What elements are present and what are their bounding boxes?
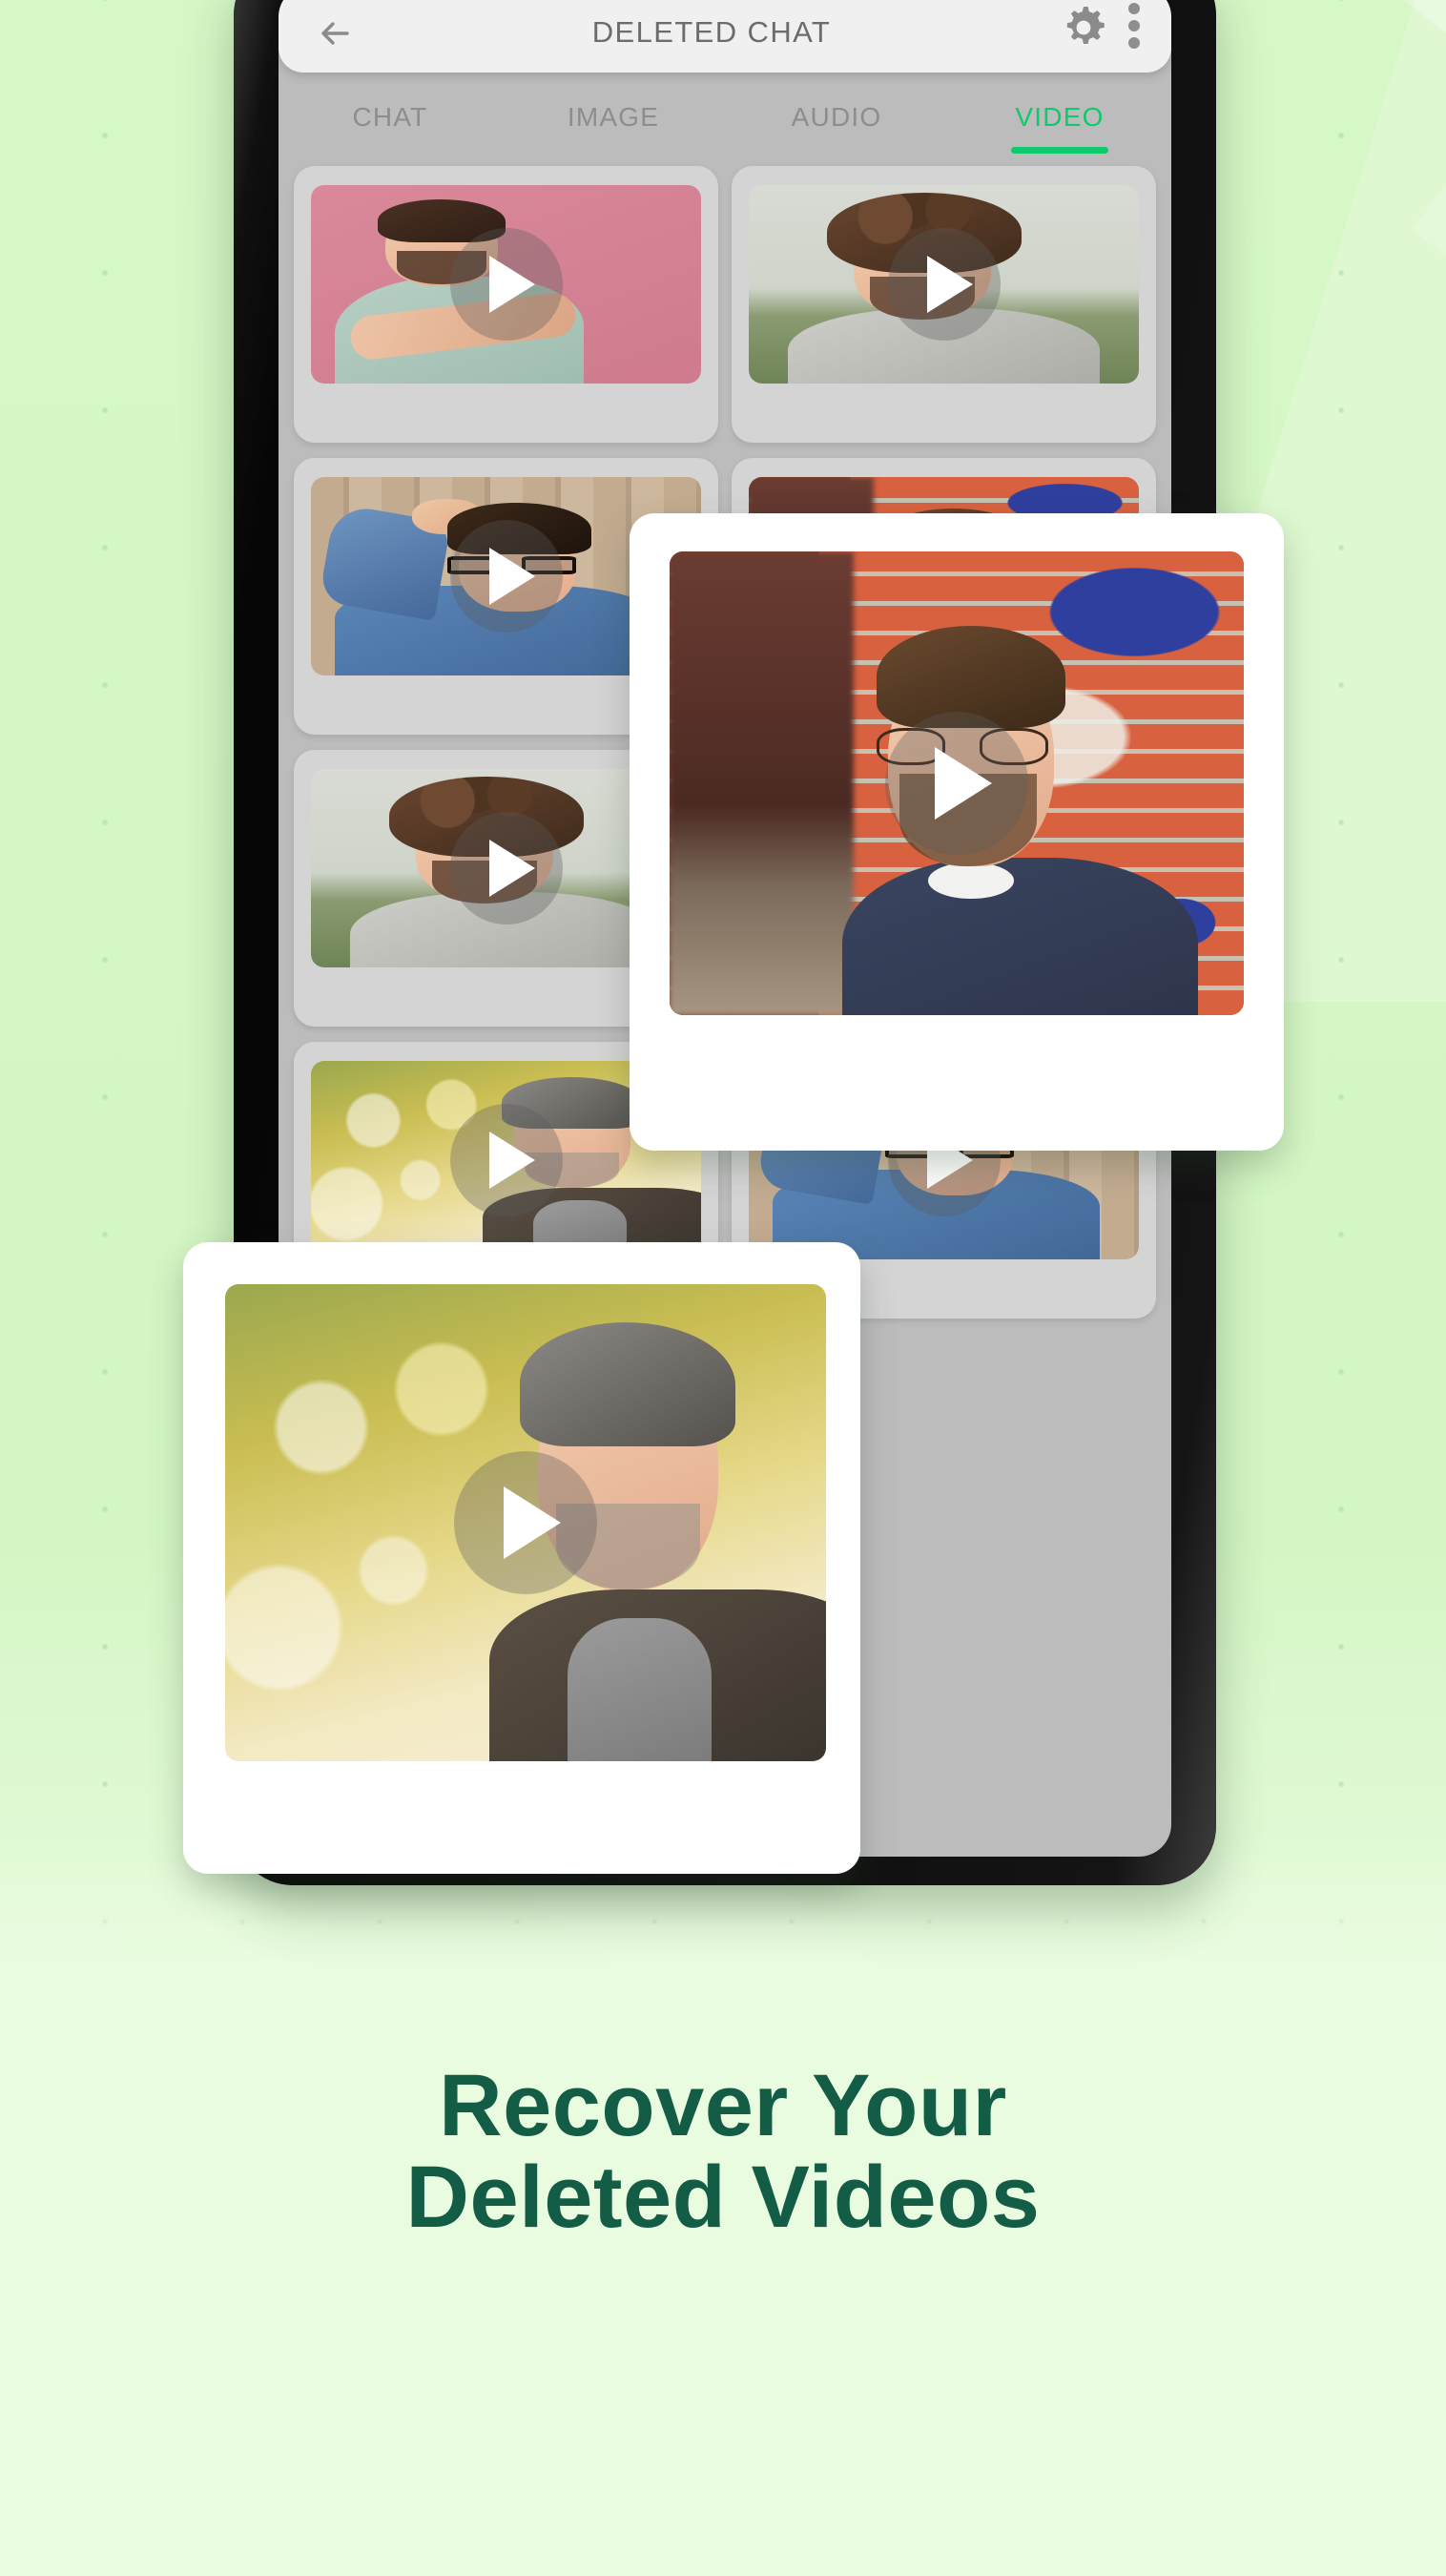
tab-label: VIDEO xyxy=(1015,102,1105,132)
promo-screenshot: DELETED CHAT CHAT IMAGE AUDIO VIDEO Reco… xyxy=(0,0,1446,2576)
tab-video[interactable]: VIDEO xyxy=(948,102,1171,154)
tab-bar: CHAT IMAGE AUDIO VIDEO xyxy=(279,80,1171,155)
page-title: DELETED CHAT xyxy=(591,15,832,49)
tab-audio[interactable]: AUDIO xyxy=(725,102,948,133)
headline-line-1: Recover Your xyxy=(439,2057,1007,2154)
more-dot xyxy=(1128,3,1140,14)
promo-headline: Recover Your Deleted Videos xyxy=(0,2060,1446,2246)
tab-chat[interactable]: CHAT xyxy=(279,102,502,133)
video-thumbnail xyxy=(749,185,1139,384)
video-thumbnail xyxy=(225,1284,826,1761)
video-thumbnail xyxy=(670,551,1244,1015)
background-stripe xyxy=(1257,0,1446,884)
tab-label: AUDIO xyxy=(791,102,882,132)
play-icon[interactable] xyxy=(885,712,1028,855)
more-dot xyxy=(1128,20,1140,31)
headline-line-2: Deleted Videos xyxy=(405,2148,1041,2246)
play-icon[interactable] xyxy=(449,1104,563,1216)
video-grid-item[interactable] xyxy=(732,166,1156,443)
background-stripe xyxy=(1412,71,1446,1051)
play-icon[interactable] xyxy=(449,228,563,341)
background-stripe xyxy=(1393,0,1446,824)
floating-video-card[interactable] xyxy=(183,1242,860,1874)
back-arrow-icon[interactable] xyxy=(309,6,364,61)
play-icon[interactable] xyxy=(887,228,1001,341)
play-icon[interactable] xyxy=(449,520,563,633)
play-icon[interactable] xyxy=(454,1451,597,1594)
play-icon[interactable] xyxy=(449,812,563,924)
video-grid-item[interactable] xyxy=(294,166,718,443)
video-thumbnail xyxy=(311,185,701,384)
tab-image[interactable]: IMAGE xyxy=(502,102,725,133)
tab-active-indicator xyxy=(1011,147,1108,154)
tab-label: CHAT xyxy=(352,102,428,132)
gear-icon[interactable] xyxy=(1059,3,1108,52)
app-bar: DELETED CHAT xyxy=(279,0,1171,73)
more-dot xyxy=(1128,37,1140,49)
floating-video-card[interactable] xyxy=(630,513,1284,1151)
tab-label: IMAGE xyxy=(567,102,660,132)
more-vertical-icon[interactable] xyxy=(1126,0,1143,52)
